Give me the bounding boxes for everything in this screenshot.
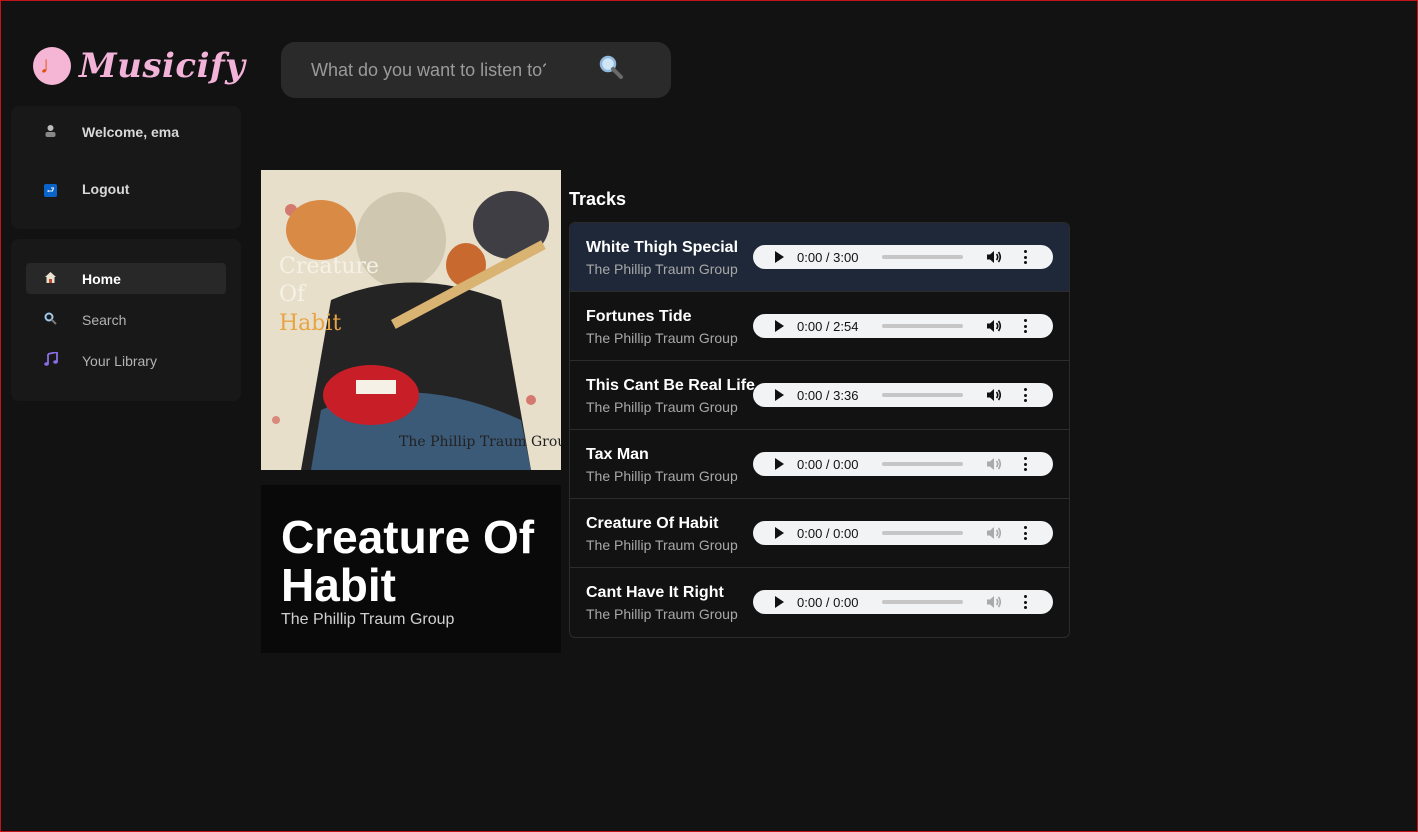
cover-title-line: Creature [279, 254, 379, 279]
search-bar [281, 42, 671, 98]
track-name: Tax Man [586, 446, 649, 463]
logout-icon: ⮐ [26, 181, 82, 197]
play-icon[interactable] [775, 596, 784, 608]
seek-slider[interactable] [882, 324, 963, 328]
album-artist: The Phillip Traum Group [281, 611, 455, 628]
track-artist: The Phillip Traum Group [586, 330, 738, 346]
nav-item-home[interactable]: Home [26, 263, 226, 294]
cover-signature: The Phillip Traum Group [399, 434, 561, 450]
play-icon[interactable] [775, 458, 784, 470]
app-logo[interactable]: ♩ Musicify [33, 46, 245, 86]
user-panel: Welcome, ema ⮐ Logout [11, 106, 241, 229]
search-submit-button[interactable] [598, 54, 624, 87]
cover-title-line: Habit [279, 311, 341, 336]
player-time: 0:00 / 2:54 [797, 318, 859, 334]
player-time: 0:00 / 0:00 [797, 456, 859, 472]
play-icon[interactable] [775, 527, 784, 539]
audio-player: 0:00 / 3:00 [753, 245, 1053, 269]
volume-icon[interactable] [986, 595, 1002, 609]
track-row[interactable]: This Cant Be Real Life The Phillip Traum… [570, 361, 1069, 430]
track-name: Creature Of Habit [586, 515, 719, 532]
track-row[interactable]: Creature Of Habit The Phillip Traum Grou… [570, 499, 1069, 568]
more-options-icon[interactable] [1024, 250, 1028, 264]
track-artist: The Phillip Traum Group [586, 261, 738, 277]
seek-slider[interactable] [882, 462, 963, 466]
magnifier-icon [599, 55, 623, 79]
more-options-icon[interactable] [1024, 526, 1028, 540]
nav-label-home: Home [82, 270, 121, 287]
more-options-icon[interactable] [1024, 319, 1028, 333]
search-icon [26, 312, 82, 328]
audio-player: 0:00 / 0:00 [753, 590, 1053, 614]
nav-panel: Home Search Your Library [11, 239, 241, 401]
tracks-heading: Tracks [569, 189, 627, 209]
home-icon [26, 271, 82, 287]
track-name: Cant Have It Right [586, 584, 724, 601]
track-name: White Thigh Special [586, 239, 739, 256]
audio-player: 0:00 / 0:00 [753, 521, 1053, 545]
play-icon[interactable] [775, 251, 784, 263]
user-icon [26, 124, 82, 140]
track-list: White Thigh Special The Phillip Traum Gr… [569, 222, 1070, 638]
track-name: Fortunes Tide [586, 308, 692, 325]
track-artist: The Phillip Traum Group [586, 606, 738, 622]
volume-icon[interactable] [986, 457, 1002, 471]
track-artist: The Phillip Traum Group [586, 468, 738, 484]
more-options-icon[interactable] [1024, 595, 1028, 609]
audio-player: 0:00 / 3:36 [753, 383, 1053, 407]
track-row[interactable]: Tax Man The Phillip Traum Group 0:00 / 0… [570, 430, 1069, 499]
nav-item-library[interactable]: Your Library [26, 345, 226, 376]
nav-label-library: Your Library [82, 352, 157, 369]
track-artist: The Phillip Traum Group [586, 399, 738, 415]
player-time: 0:00 / 0:00 [797, 594, 859, 610]
player-time: 0:00 / 3:36 [797, 387, 859, 403]
nav-label-search: Search [82, 311, 127, 328]
track-name: This Cant Be Real Life [586, 377, 755, 394]
track-row[interactable]: Cant Have It Right The Phillip Traum Gro… [570, 568, 1069, 637]
seek-slider[interactable] [882, 255, 963, 259]
nav-item-search[interactable]: Search [26, 304, 226, 335]
music-note-icon [26, 350, 82, 369]
logout-button[interactable]: ⮐ Logout [26, 173, 226, 204]
volume-icon[interactable] [986, 250, 1002, 264]
album-title: Creature Of Habit [281, 511, 535, 611]
cover-title-line: Of [279, 282, 307, 307]
volume-icon[interactable] [986, 526, 1002, 540]
seek-slider[interactable] [882, 393, 963, 397]
more-options-icon[interactable] [1024, 457, 1028, 471]
more-options-icon[interactable] [1024, 388, 1028, 402]
audio-player: 0:00 / 0:00 [753, 452, 1053, 476]
track-row[interactable]: Fortunes Tide The Phillip Traum Group 0:… [570, 292, 1069, 361]
album-info: Creature Of Habit The Phillip Traum Grou… [261, 485, 561, 653]
welcome-row: Welcome, ema [26, 116, 226, 147]
volume-icon[interactable] [986, 319, 1002, 333]
search-input[interactable] [311, 59, 546, 81]
track-artist: The Phillip Traum Group [586, 537, 738, 553]
player-time: 0:00 / 0:00 [797, 525, 859, 541]
music-note-logo-icon: ♩ [33, 47, 71, 85]
track-row[interactable]: White Thigh Special The Phillip Traum Gr… [570, 223, 1069, 292]
play-icon[interactable] [775, 389, 784, 401]
welcome-text: Welcome, ema [82, 123, 180, 140]
play-icon[interactable] [775, 320, 784, 332]
app-name: Musicify [79, 46, 246, 86]
seek-slider[interactable] [882, 600, 963, 604]
player-time: 0:00 / 3:00 [797, 249, 859, 265]
album-cover: Creature Of Habit The Phillip Traum Grou… [261, 170, 561, 470]
seek-slider[interactable] [882, 531, 963, 535]
logout-label: Logout [82, 180, 130, 197]
audio-player: 0:00 / 2:54 [753, 314, 1053, 338]
volume-icon[interactable] [986, 388, 1002, 402]
